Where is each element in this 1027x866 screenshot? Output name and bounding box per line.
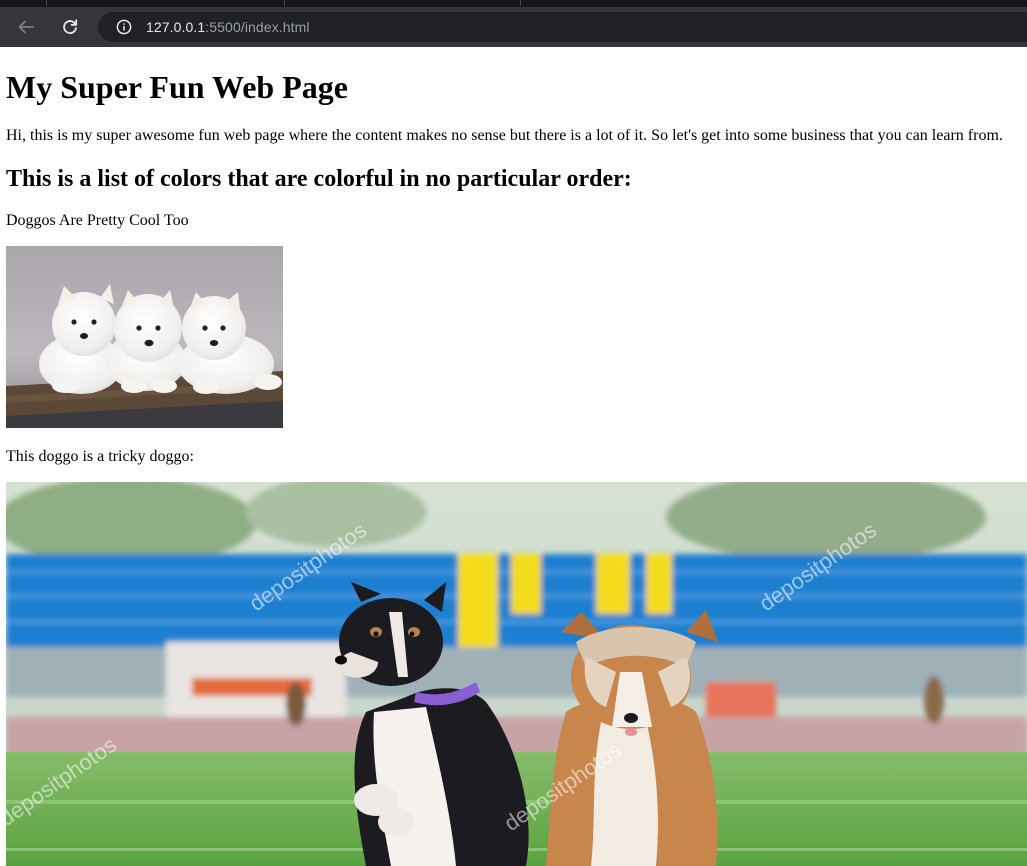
browser-chrome: 127.0.0.1:5500/index.html [0, 0, 1027, 47]
tricky-doggo-image: depositphotos depositphotos depositphoto… [6, 482, 1027, 866]
tab-strip [0, 0, 1027, 7]
arrow-left-icon [18, 20, 34, 34]
page-title: My Super Fun Web Page [6, 69, 348, 105]
tricky-doggo-caption: This doggo is a tricky doggo: [6, 448, 194, 465]
address-bar[interactable]: 127.0.0.1:5500/index.html [98, 12, 1027, 42]
tab-separator [520, 0, 521, 6]
url-path: :5500/index.html [205, 19, 310, 35]
back-button[interactable] [12, 13, 40, 41]
url-text[interactable]: 127.0.0.1:5500/index.html [146, 19, 310, 35]
intro-paragraph: Hi, this is my super awesome fun web pag… [6, 127, 1003, 144]
colors-list-heading: This is a list of colors that are colorf… [6, 166, 632, 192]
tab-separator [284, 0, 285, 6]
reload-icon [63, 19, 78, 34]
tab-separator [46, 0, 47, 6]
url-host: 127.0.0.1 [146, 19, 206, 35]
reload-button[interactable] [56, 13, 84, 41]
puppies-image [6, 246, 283, 428]
info-circle-icon[interactable] [116, 19, 132, 35]
browser-toolbar: 127.0.0.1:5500/index.html [0, 7, 1027, 47]
doggos-caption: Doggos Are Pretty Cool Too [6, 212, 189, 229]
